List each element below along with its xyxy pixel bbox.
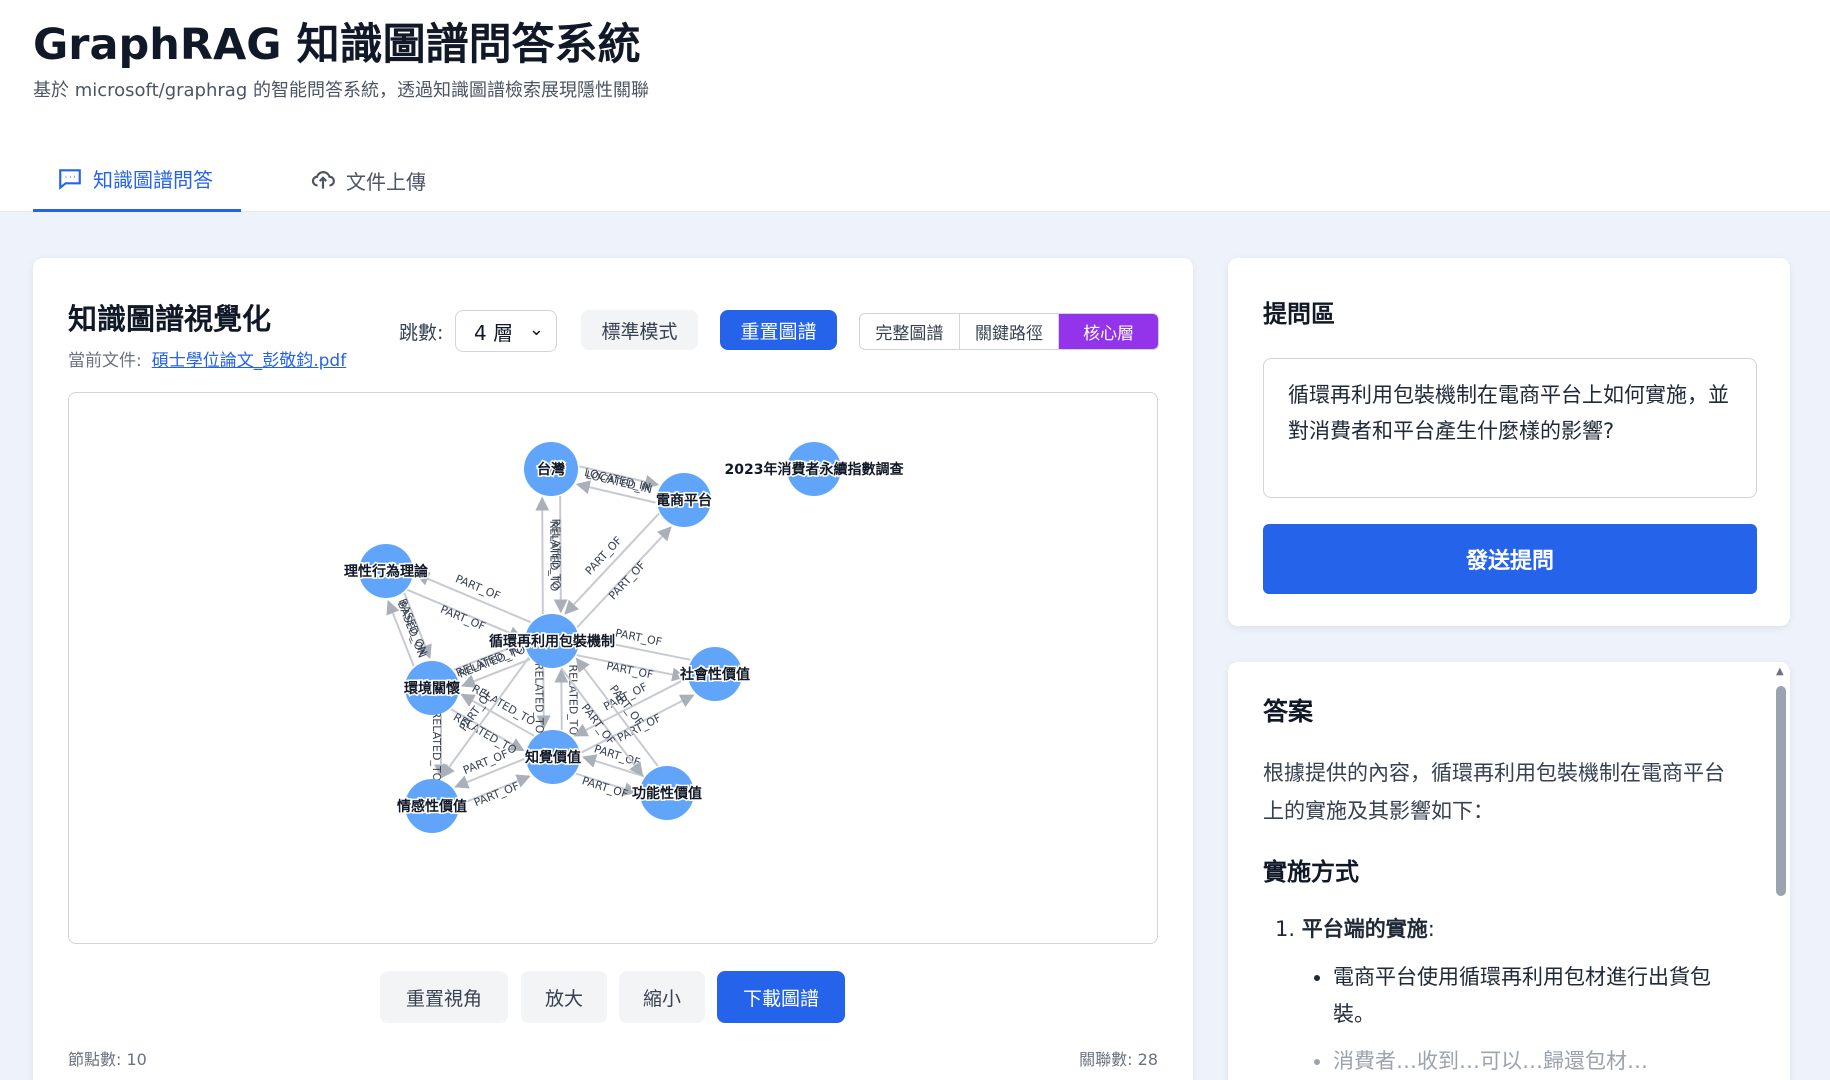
graph-panel-title: 知識圖譜視覺化: [68, 302, 272, 336]
graph-node-social[interactable]: 社會性價值: [678, 647, 752, 701]
scrollbar-thumb[interactable]: [1776, 686, 1786, 896]
answer-scrollbar[interactable]: ▲: [1772, 666, 1790, 1080]
graph-edge-label: PART_OF: [580, 774, 629, 801]
ask-panel: 提問區 循環再利用包裝機制在電商平台上如何實施，並對消費者和平台產生什麼樣的影響…: [1228, 258, 1790, 626]
graph-node-label: 社會性價值: [679, 666, 750, 683]
graph-edge-label: PART_OF: [453, 572, 502, 602]
graph-node-label: 循環再利用包裝機制: [489, 633, 615, 650]
graph-edge-label: LOCATED_IN: [585, 468, 654, 496]
app-header: GraphRAG 知識圖譜問答系統 基於 microsoft/graphrag …: [0, 0, 1830, 212]
hops-select[interactable]: 4 層 ⌄: [455, 310, 557, 352]
view-mode-full[interactable]: 完整圖譜: [860, 314, 960, 349]
zoom-out-button[interactable]: 縮小: [619, 971, 705, 1023]
current-document: 當前文件: 碩士學位論文_彭敬鈞.pdf: [68, 346, 346, 371]
graph-node-survey[interactable]: 2023年消費者永續指數調查: [723, 442, 906, 496]
upload-cloud-icon: [311, 171, 335, 189]
graph-panel: 知識圖譜視覺化 當前文件: 碩士學位論文_彭敬鈞.pdf 跳數: 4 層 ⌄ 標準…: [33, 258, 1193, 1080]
graph-edge-label: RELATED_TO: [547, 521, 560, 592]
graph-node-label: 台灣: [537, 461, 565, 478]
current-document-link[interactable]: 碩士學位論文_彭敬鈞.pdf: [152, 351, 346, 371]
graph-edge-label: PART_OF: [461, 747, 510, 777]
graph-edge-label: RELATED_TO: [430, 711, 443, 782]
view-mode-core[interactable]: 核心層: [1059, 314, 1158, 349]
tab-knowledge-qa[interactable]: 知識圖譜問答: [33, 148, 241, 212]
knowledge-graph[interactable]: LOCATED_INLOCATED_INRELATED_TORELATED_TO…: [69, 393, 1159, 945]
tab-file-upload-label: 文件上傳: [346, 169, 426, 194]
question-input[interactable]: 循環再利用包裝機制在電商平台上如何實施，並對消費者和平台產生什麼樣的影響?: [1263, 358, 1757, 498]
reset-graph-button[interactable]: 重置圖譜: [720, 310, 837, 350]
answer-bullets: 電商平台使用循環再利用包材進行出貨包裝。 消費者…收到…可以…歸還包材…: [1263, 959, 1733, 1080]
graph-canvas[interactable]: LOCATED_IN LOCATED_IN RELATED_TO RELATED_TO…: [68, 392, 1158, 944]
graph-node-label: 電商平台: [656, 492, 712, 509]
answer-section-title: 實施方式: [1263, 858, 1359, 886]
zoom-in-button[interactable]: 放大: [521, 971, 607, 1023]
graph-edge-label: PART_OF: [438, 603, 487, 633]
graph-node-label: 功能性價值: [632, 785, 702, 802]
graph-node-ecommerce[interactable]: 電商平台: [655, 473, 714, 527]
current-document-label: 當前文件:: [68, 351, 142, 371]
standard-mode-button[interactable]: 標準模式: [581, 310, 698, 350]
node-count: 節點數: 10: [68, 1050, 147, 1069]
download-graph-button[interactable]: 下載圖譜: [717, 971, 845, 1023]
graph-node-rational[interactable]: 理性行為理論: [343, 544, 430, 598]
app-subtitle: 基於 microsoft/graphrag 的智能問答系統，透過知識圖譜檢索展現…: [33, 80, 649, 101]
chat-icon: [59, 168, 81, 190]
graph-edge-label: PART_OF: [605, 659, 654, 681]
chevron-down-icon: ⌄: [528, 319, 544, 340]
graph-node-label: 理性行為理論: [344, 563, 429, 580]
graph-node-perceived[interactable]: 知覺價值: [524, 730, 583, 784]
reset-view-button[interactable]: 重置視角: [380, 971, 508, 1023]
edge-count: 關聯數: 28: [1079, 1050, 1158, 1069]
send-question-button[interactable]: 發送提問: [1263, 524, 1757, 594]
graph-node-label: 知覺價值: [525, 749, 581, 766]
answer-list-item: 1. 平台端的實施:: [1275, 917, 1435, 941]
graph-node-env[interactable]: 環境關懷: [403, 661, 462, 715]
answer-item-title: 平台端的實施: [1301, 917, 1428, 941]
tab-knowledge-qa-label: 知識圖譜問答: [93, 168, 213, 192]
answer-title: 答案: [1263, 697, 1314, 726]
graph-edge: [554, 668, 569, 730]
graph-edge-label: PART_OF: [606, 559, 648, 603]
hops-value: 4 層: [474, 320, 514, 345]
graph-node-label: 情感性價值: [397, 798, 467, 815]
answer-intro: 根據提供的內容，循環再利用包裝機制在電商平台上的實施及其影響如下：: [1263, 761, 1725, 823]
graph-node-taiwan[interactable]: 台灣: [524, 442, 578, 496]
graph-edge-label: RELATED_TO: [532, 663, 546, 734]
graph-edge: [535, 496, 550, 615]
view-mode-key-path[interactable]: 關鍵路徑: [960, 314, 1060, 349]
app-title: GraphRAG 知識圖譜問答系統: [33, 20, 641, 70]
hops-label: 跳數:: [399, 322, 444, 344]
answer-panel: 答案 根據提供的內容，循環再利用包裝機制在電商平台上的實施及其影響如下： 實施方…: [1228, 662, 1790, 1080]
graph-node-label: 環境關懷: [404, 680, 460, 697]
answer-bullet: 電商平台使用循環再利用包材進行出貨包裝。: [1333, 959, 1733, 1033]
graph-edge-label: RELATED_TO: [566, 664, 580, 735]
graph-node-label: 2023年消費者永續指數調查: [725, 461, 905, 478]
scroll-up-icon[interactable]: ▲: [1776, 666, 1784, 677]
answer-content: 答案 根據提供的內容，循環再利用包裝機制在電商平台上的實施及其影響如下： 實施方…: [1263, 692, 1733, 1080]
graph-edge-label: PART_OF: [472, 779, 521, 809]
ask-panel-title: 提問區: [1263, 300, 1335, 328]
answer-bullet-partial: 消費者…收到…可以…歸還包材…: [1333, 1043, 1733, 1080]
view-mode-toggle: 完整圖譜 關鍵路徑 核心層: [859, 313, 1159, 350]
tab-file-upload[interactable]: 文件上傳: [310, 148, 426, 212]
